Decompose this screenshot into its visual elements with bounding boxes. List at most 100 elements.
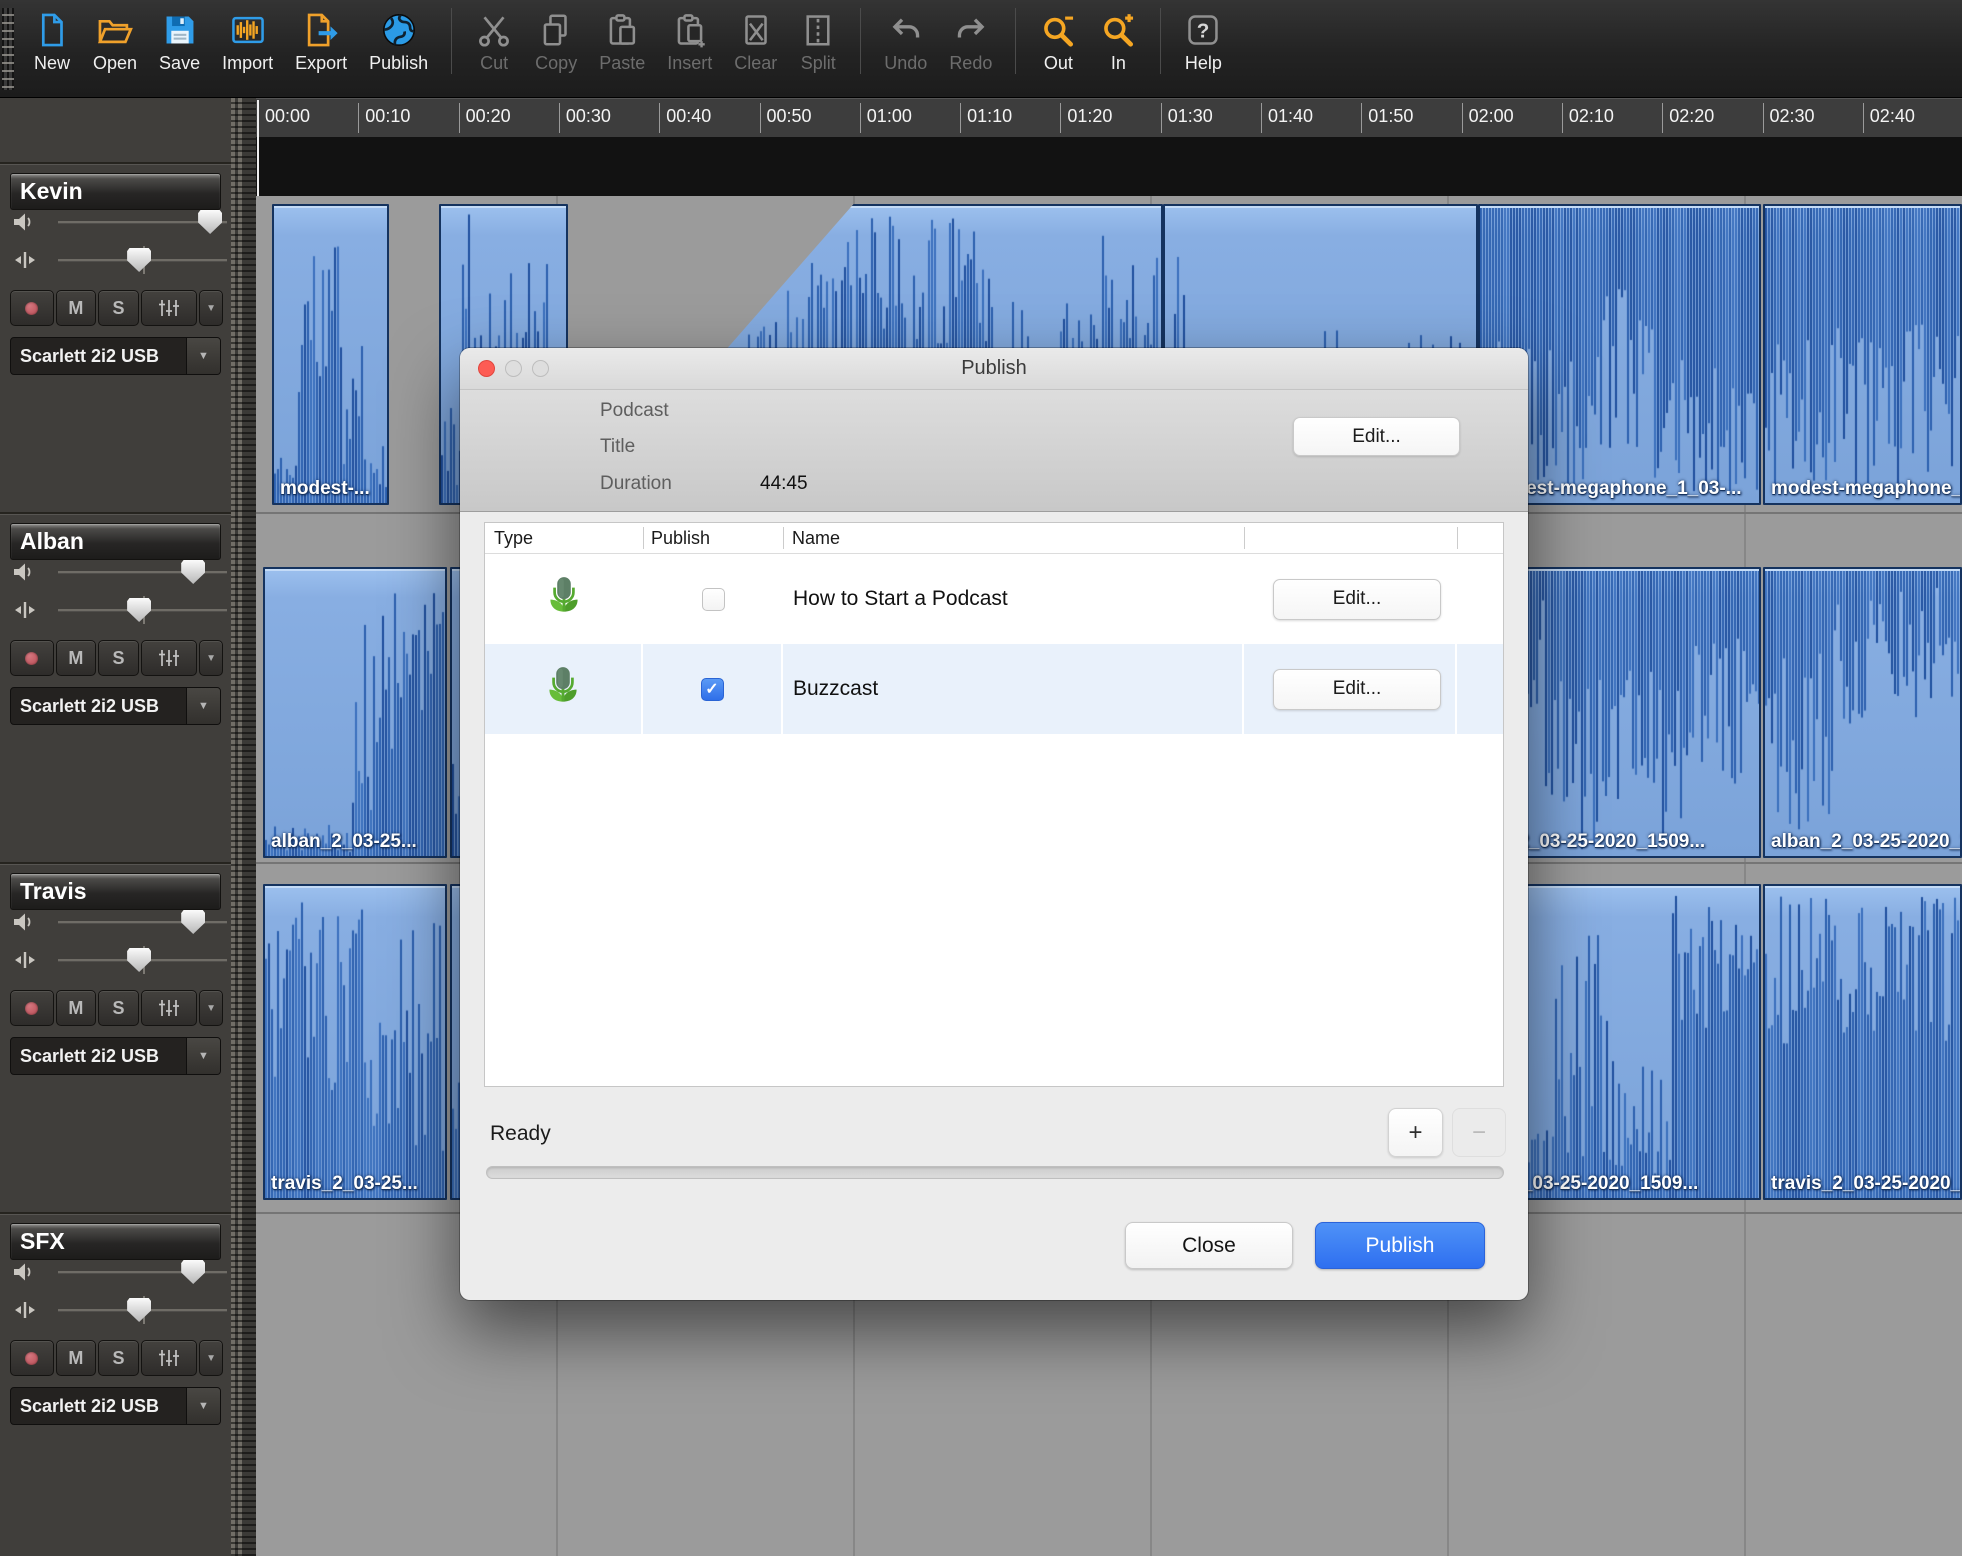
audio-clip-kevin[interactable]: modest-megaphone_1_03-... — [1763, 204, 1962, 505]
toolbar-paste-button[interactable]: Paste — [590, 0, 654, 78]
save-floppy-icon — [161, 8, 199, 52]
toolbar-publish-button[interactable]: Publish — [360, 0, 437, 78]
toolbar-new-button[interactable]: New — [24, 0, 80, 78]
track-name-field[interactable]: Alban — [10, 523, 221, 560]
toolbar-button-label: Cut — [480, 53, 508, 74]
toolbar-split-button[interactable]: Split — [790, 0, 846, 78]
close-window-button[interactable] — [478, 360, 495, 377]
track-options-button[interactable]: ▼ — [199, 990, 223, 1026]
mute-button[interactable]: M — [56, 990, 97, 1026]
toolbar-out-button[interactable]: Out — [1030, 0, 1086, 78]
mixer-button[interactable] — [141, 990, 197, 1026]
publish-checkbox[interactable] — [702, 588, 725, 611]
solo-button[interactable]: S — [98, 640, 139, 676]
app-window: modest-...modest-megaphone_1_03-...modes… — [0, 0, 1962, 1556]
record-icon — [25, 652, 38, 665]
column-header-type[interactable]: Type — [494, 528, 533, 549]
solo-button[interactable]: S — [98, 290, 139, 326]
solo-button[interactable]: S — [98, 990, 139, 1026]
track-options-button[interactable]: ▼ — [199, 640, 223, 676]
mixer-button[interactable] — [141, 1340, 197, 1376]
volume-slider[interactable] — [58, 571, 227, 573]
audio-clip-travis[interactable]: travis_2_03-25-2020_1509... — [1763, 884, 1962, 1200]
mute-button[interactable]: M — [56, 290, 97, 326]
panel-resize-handle[interactable] — [231, 98, 256, 1556]
toolbar-open-button[interactable]: Open — [84, 0, 146, 78]
minimize-window-button[interactable] — [505, 360, 522, 377]
playhead-marker[interactable] — [257, 100, 259, 196]
toolbar-insert-button[interactable]: Insert — [658, 0, 721, 78]
zoom-window-button[interactable] — [532, 360, 549, 377]
audio-clip-travis[interactable]: travis_2_03-25... — [263, 884, 447, 1200]
toolbar-export-button[interactable]: Export — [286, 0, 356, 78]
volume-slider-thumb[interactable] — [181, 560, 205, 584]
input-device-select[interactable]: Scarlett 2i2 USB ▼ — [10, 687, 221, 725]
input-device-select[interactable]: Scarlett 2i2 USB ▼ — [10, 1387, 221, 1425]
pan-slider-thumb[interactable] — [127, 248, 151, 272]
toolbar-redo-button[interactable]: Redo — [940, 0, 1001, 78]
toolbar-clear-button[interactable]: Clear — [725, 0, 786, 78]
pan-slider-thumb[interactable] — [127, 1298, 151, 1322]
record-arm-button[interactable] — [10, 1340, 54, 1376]
column-divider[interactable] — [1244, 527, 1245, 549]
pan-slider[interactable] — [58, 259, 227, 261]
track-name-field[interactable]: Kevin — [10, 173, 221, 210]
mixer-button[interactable] — [141, 640, 197, 676]
timeline-ruler[interactable]: 00:0000:1000:2000:3000:4000:5001:0001:10… — [256, 98, 1962, 137]
input-device-select[interactable]: Scarlett 2i2 USB ▼ — [10, 1037, 221, 1075]
toolbar-save-button[interactable]: Save — [150, 0, 209, 78]
volume-slider[interactable] — [58, 1271, 227, 1273]
podcast-row[interactable]: Buzzcast Edit... — [485, 644, 1503, 734]
track-name-field[interactable]: SFX — [10, 1223, 221, 1260]
toolbar-drag-handle[interactable] — [2, 8, 14, 90]
track-name-field[interactable]: Travis — [10, 873, 221, 910]
podcast-row-edit-button[interactable]: Edit... — [1273, 669, 1441, 710]
column-divider[interactable] — [783, 527, 784, 549]
volume-slider-thumb[interactable] — [181, 1260, 205, 1284]
track-options-button[interactable]: ▼ — [199, 1340, 223, 1376]
pan-slider-thumb[interactable] — [127, 948, 151, 972]
toolbar-undo-button[interactable]: Undo — [875, 0, 936, 78]
pan-slider-thumb[interactable] — [127, 598, 151, 622]
mixer-button[interactable] — [141, 290, 197, 326]
column-divider[interactable] — [1457, 527, 1458, 549]
volume-slider[interactable] — [58, 221, 227, 223]
dialog-titlebar[interactable]: Publish — [460, 348, 1528, 390]
podcast-row-edit-button[interactable]: Edit... — [1273, 579, 1441, 620]
podcast-edit-button[interactable]: Edit... — [1293, 417, 1460, 456]
toolbar-help-button[interactable]: ?Help — [1175, 0, 1231, 78]
publish-action-button[interactable]: Publish — [1315, 1222, 1485, 1269]
record-arm-button[interactable] — [10, 640, 54, 676]
input-device-select[interactable]: Scarlett 2i2 USB ▼ — [10, 337, 221, 375]
pan-slider[interactable] — [58, 609, 227, 611]
publish-checkbox[interactable] — [701, 678, 724, 701]
audio-clip-alban[interactable]: alban_2_03-25... — [263, 567, 447, 858]
waveform-canvas — [1765, 571, 1960, 856]
track-options-button[interactable]: ▼ — [199, 290, 223, 326]
toolbar-import-button[interactable]: Import — [213, 0, 282, 78]
pan-slider[interactable] — [58, 959, 227, 961]
podcast-row[interactable]: How to Start a Podcast Edit... — [485, 554, 1503, 644]
record-arm-button[interactable] — [10, 990, 54, 1026]
mute-button[interactable]: M — [56, 1340, 97, 1376]
audio-clip-kevin[interactable]: modest-... — [272, 204, 389, 505]
column-header-publish[interactable]: Publish — [651, 528, 710, 549]
add-podcast-button[interactable]: + — [1388, 1108, 1443, 1157]
toolbar-cut-button[interactable]: Cut — [466, 0, 522, 78]
audio-clip-alban[interactable]: alban_2_03-25-2020_1509... — [1763, 567, 1962, 858]
column-divider[interactable] — [643, 527, 644, 549]
toolbar-separator — [1160, 8, 1161, 74]
pan-slider[interactable] — [58, 1309, 227, 1311]
solo-button[interactable]: S — [98, 1340, 139, 1376]
close-button[interactable]: Close — [1125, 1222, 1293, 1269]
toolbar-in-button[interactable]: In — [1090, 0, 1146, 78]
record-arm-button[interactable] — [10, 290, 54, 326]
toolbar-copy-button[interactable]: Copy — [526, 0, 586, 78]
volume-slider-thumb[interactable] — [198, 210, 222, 234]
column-header-name[interactable]: Name — [792, 528, 840, 549]
clip-label: alban_2_03-25... — [271, 831, 417, 853]
mute-button[interactable]: M — [56, 640, 97, 676]
volume-slider[interactable] — [58, 921, 227, 923]
volume-slider-thumb[interactable] — [181, 910, 205, 934]
remove-podcast-button[interactable]: − — [1452, 1108, 1506, 1157]
